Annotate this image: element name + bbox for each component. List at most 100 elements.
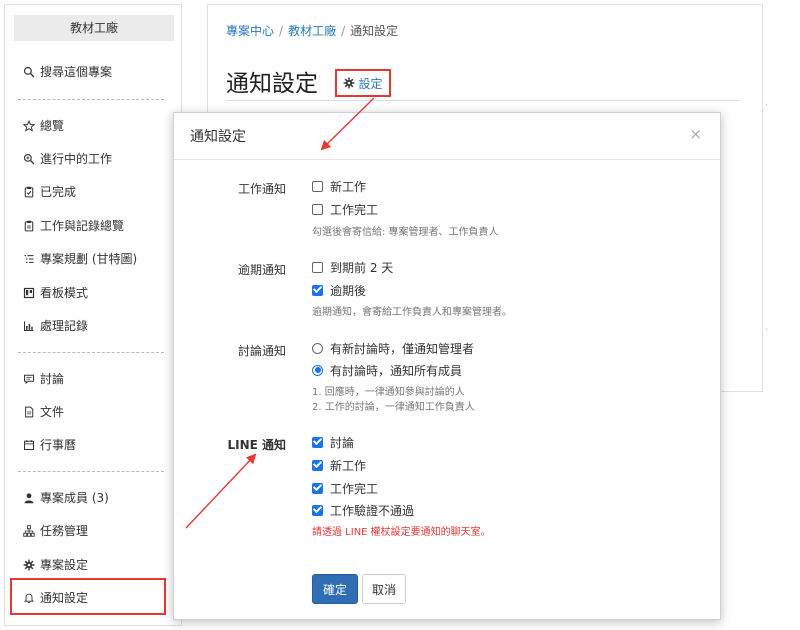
breadcrumb-project[interactable]: 教材工廠	[288, 24, 336, 38]
line-warning: 請透過 LINE 權杖設定要通知的聊天室。	[312, 527, 491, 538]
option-label: 逾期後	[330, 283, 367, 298]
sidebar-item-documents[interactable]: 文件	[22, 402, 64, 422]
breadcrumb: 專案中心 / 教材工廠 / 通知設定	[226, 22, 398, 39]
discussion-hint-1: 1. 回應時，一律通知參與討論的人	[312, 387, 465, 398]
line-completed-option[interactable]: 工作完工	[312, 479, 378, 497]
option-label: 有新討論時，僅通知管理者	[330, 341, 475, 356]
line-new-task-option[interactable]: 新工作	[312, 456, 366, 474]
search-icon	[22, 65, 36, 79]
line-verify-failed-checkbox[interactable]	[312, 504, 323, 516]
line-verify-failed-option[interactable]: 工作驗證不通過	[312, 501, 414, 519]
highlight-notification-settings	[10, 578, 166, 615]
list-icon	[22, 252, 36, 266]
sidebar-item-label: 處理記錄	[40, 319, 89, 333]
line-discussion-option[interactable]: 討論	[312, 433, 354, 451]
calendar-icon	[22, 438, 36, 452]
sidebar-item-label: 已完成	[40, 185, 77, 199]
option-label: 工作驗證不通過	[330, 503, 415, 518]
settings-link[interactable]: 設定	[335, 69, 391, 97]
sidebar-item-overview[interactable]: 總覽	[22, 116, 64, 136]
work-new-task-checkbox[interactable]	[312, 180, 323, 192]
file-icon	[22, 405, 36, 419]
search-progress-icon	[22, 152, 36, 166]
line-discussion-checkbox[interactable]	[312, 436, 323, 448]
clipboard-icon	[22, 219, 36, 233]
discussion-notification-label: 討論通知	[237, 344, 286, 358]
work-completed-checkbox[interactable]	[312, 203, 323, 215]
discussion-managers-option[interactable]: 有新討論時，僅通知管理者	[312, 339, 474, 357]
breadcrumb-sep: /	[279, 24, 284, 38]
page-title: 通知設定	[226, 71, 318, 97]
confirm-button[interactable]: 確定	[312, 574, 358, 604]
breadcrumb-project-center[interactable]: 專案中心	[226, 24, 274, 38]
work-completed-option[interactable]: 工作完工	[312, 200, 378, 218]
sidebar-item-in-progress[interactable]: 進行中的工作	[22, 149, 112, 169]
breadcrumb-sep: /	[341, 24, 346, 38]
overdue-before-option[interactable]: 到期前 2 天	[312, 258, 393, 276]
modal-title: 通知設定	[190, 129, 246, 145]
board-icon	[22, 286, 36, 300]
decor-dots: .	[764, 97, 768, 108]
sidebar-item-members[interactable]: 專案成員 (3)	[22, 488, 109, 508]
sidebar-item-label: 任務管理	[40, 524, 89, 538]
discussion-hint-2: 2. 工作的討論，一律通知工作負責人	[312, 402, 475, 413]
sidebar-item-label: 看板模式	[40, 286, 89, 300]
sidebar-item-calendar[interactable]: 行事曆	[22, 435, 76, 455]
sidebar-divider	[18, 471, 164, 472]
overdue-before-checkbox[interactable]	[312, 261, 323, 273]
sidebar-item-kanban[interactable]: 看板模式	[22, 283, 88, 303]
overdue-hint: 逾期通知，會寄給工作負責人和專案管理者。	[312, 307, 512, 318]
sidebar-item-label: 總覽	[40, 119, 65, 133]
sidebar-item-label: 文件	[40, 405, 65, 419]
gear-icon	[344, 77, 355, 89]
line-completed-checkbox[interactable]	[312, 482, 323, 494]
line-notification-label: LINE 通知	[227, 438, 286, 452]
settings-link-label: 設定	[358, 76, 383, 91]
page-divider	[226, 100, 740, 101]
sidebar-item-work-records[interactable]: 工作與記錄總覽	[22, 216, 124, 236]
option-label: 新工作	[330, 458, 367, 473]
discussion-all-radio[interactable]	[312, 364, 323, 376]
work-notification-label: 工作通知	[237, 182, 286, 196]
notification-settings-modal: 通知設定 × 工作通知 新工作 工作完工 勾選後會寄信給: 專案管理者、工作負責…	[173, 112, 721, 620]
option-label: 新工作	[330, 179, 367, 194]
option-label: 到期前 2 天	[330, 260, 394, 275]
discussion-all-option[interactable]: 有討論時，通知所有成員	[312, 361, 462, 379]
gear-icon	[22, 558, 36, 572]
user-icon	[22, 491, 36, 505]
work-hint: 勾選後會寄信給: 專案管理者、工作負責人	[312, 227, 499, 238]
overdue-notification-label: 逾期通知	[237, 263, 286, 277]
close-icon[interactable]: ×	[689, 125, 702, 143]
sidebar-item-label: 專案設定	[40, 558, 89, 572]
sidebar-item-discussion[interactable]: 討論	[22, 369, 64, 389]
discussion-managers-radio[interactable]	[312, 342, 323, 354]
sidebar-search[interactable]: 搜尋這個專案	[22, 62, 112, 82]
sidebar-item-activity[interactable]: 處理記錄	[22, 316, 88, 336]
sidebar-item-label: 專案成員 (3)	[40, 491, 109, 505]
overdue-after-checkbox[interactable]	[312, 284, 323, 296]
cancel-button[interactable]: 取消	[362, 574, 406, 604]
comment-icon	[22, 372, 36, 386]
sidebar-divider	[18, 99, 164, 100]
work-new-task-option[interactable]: 新工作	[312, 177, 366, 195]
option-label: 工作完工	[330, 481, 379, 496]
sidebar-item-label: 工作與記錄總覽	[40, 219, 125, 233]
sidebar-divider	[18, 352, 164, 353]
decor-dots: .	[764, 322, 768, 333]
sidebar-item-completed[interactable]: 已完成	[22, 182, 76, 202]
sitemap-icon	[22, 524, 36, 538]
sidebar-item-label: 行事曆	[40, 438, 77, 452]
line-new-task-checkbox[interactable]	[312, 459, 323, 471]
modal-divider	[174, 159, 720, 160]
sidebar-item-task-management[interactable]: 任務管理	[22, 521, 88, 541]
star-icon	[22, 119, 36, 133]
project-title: 教材工廠	[14, 15, 174, 41]
sidebar-item-label: 討論	[40, 372, 65, 386]
sidebar-search-label: 搜尋這個專案	[40, 65, 113, 79]
sidebar-item-gantt[interactable]: 專案規劃 (甘特圖)	[22, 249, 137, 269]
overdue-after-option[interactable]: 逾期後	[312, 281, 366, 299]
sidebar-item-label: 進行中的工作	[40, 152, 113, 166]
chart-icon	[22, 319, 36, 333]
sidebar-item-project-settings[interactable]: 專案設定	[22, 555, 88, 575]
option-label: 工作完工	[330, 202, 379, 217]
